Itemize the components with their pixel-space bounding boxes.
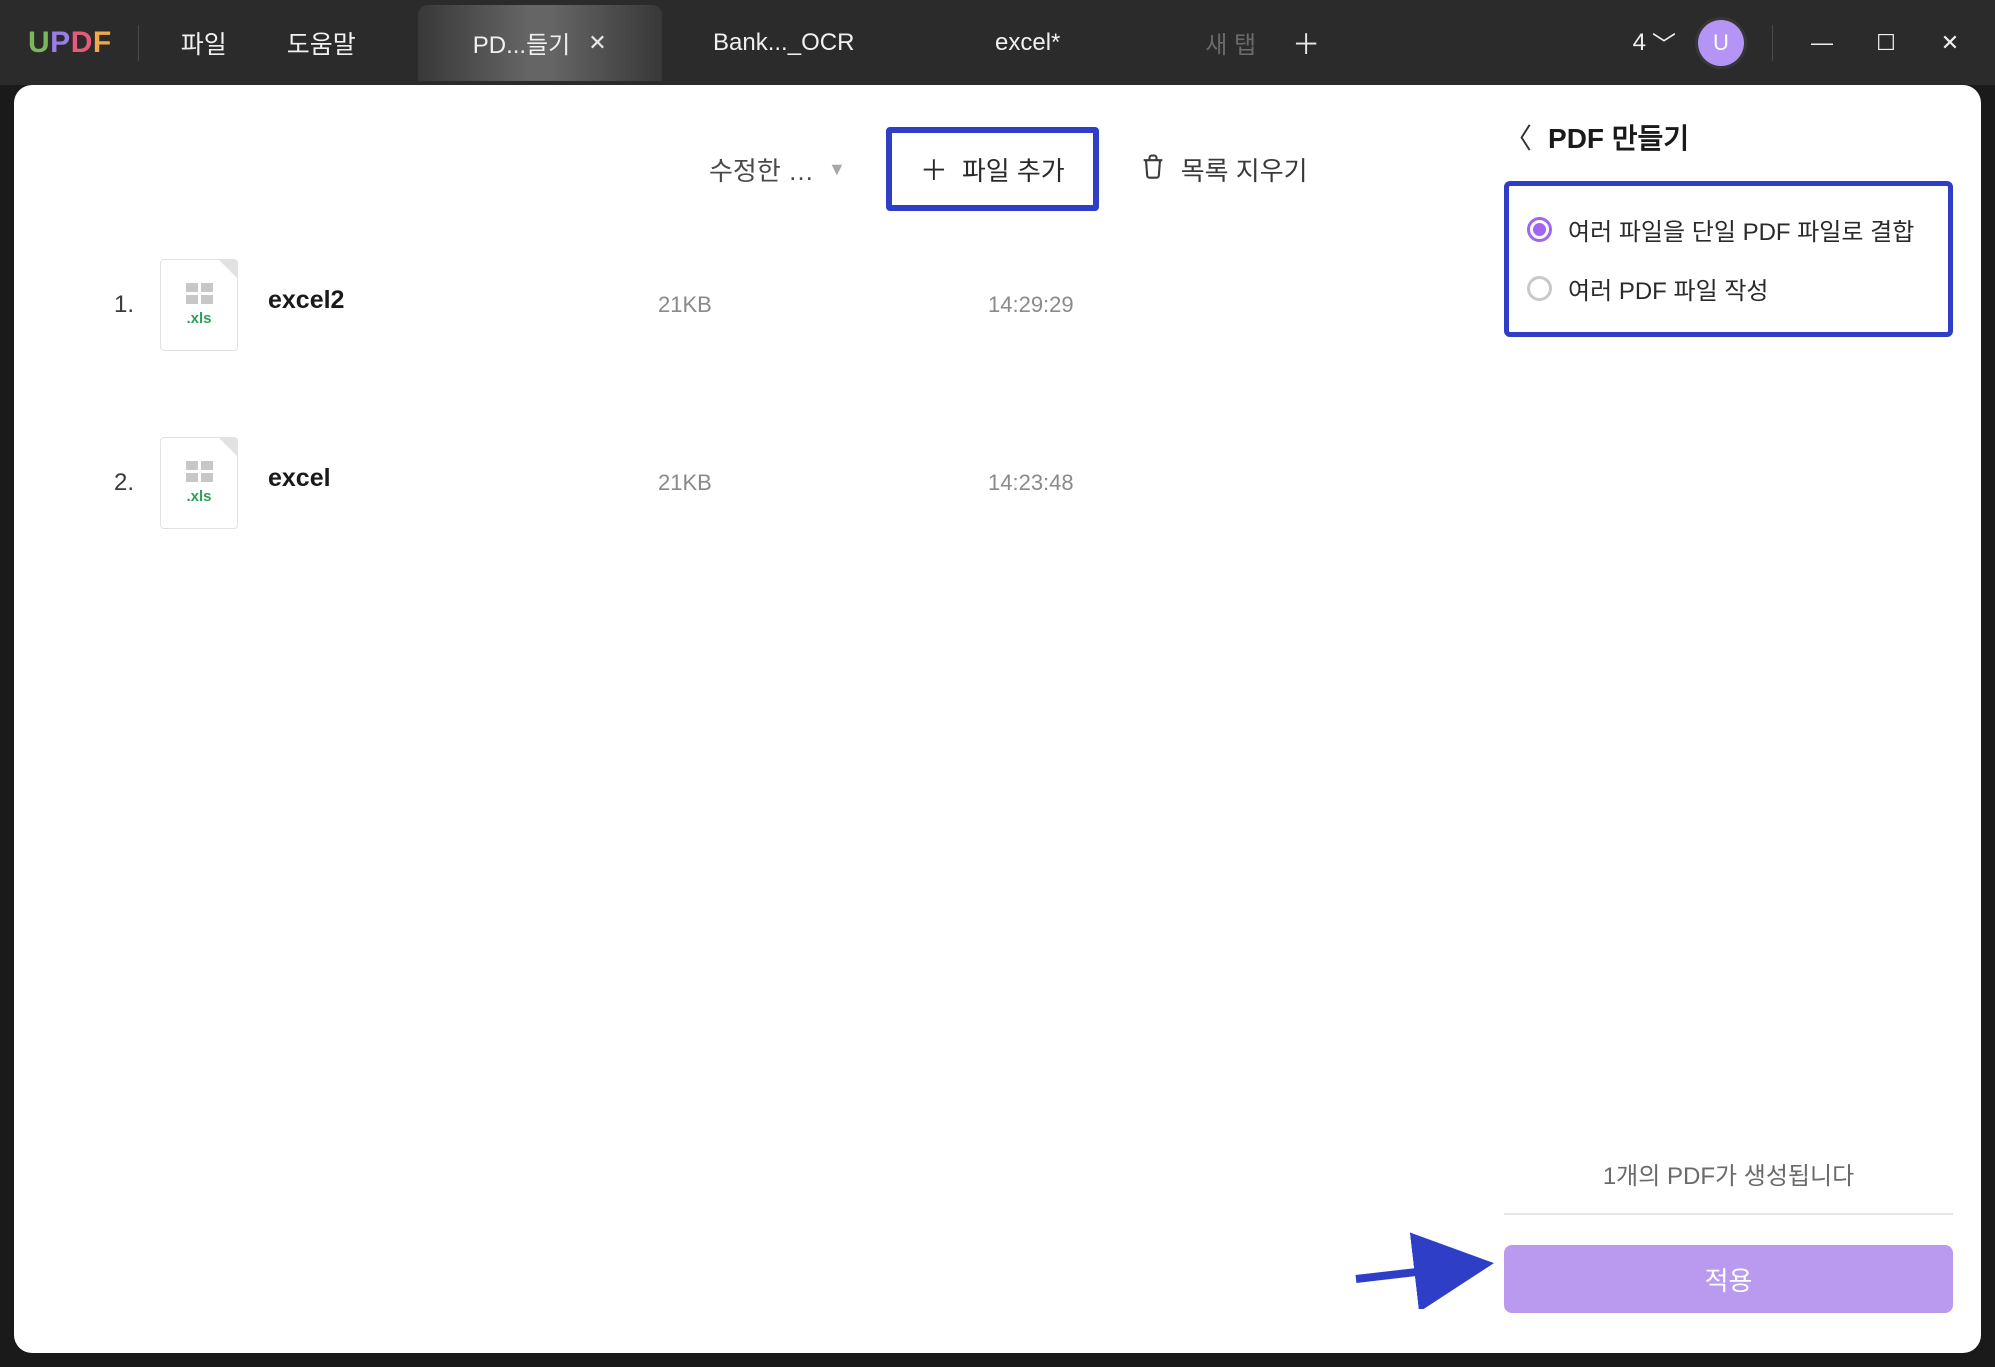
- main-pane: 수정한 … ▼ ＋ 파일 추가 목록 지우기 1. .xls: [14, 85, 1476, 1353]
- back-button[interactable]: 〈: [1504, 117, 1532, 157]
- clear-label: 목록 지우기: [1181, 151, 1308, 188]
- tab-strip: PD...들기 ✕ Bank..._OCR excel* 새 탭 ＋: [418, 0, 1394, 85]
- logo-letter-d: D: [71, 26, 93, 59]
- side-header: 〈 PDF 만들기: [1504, 117, 1953, 157]
- file-time: 14:29:29: [988, 292, 1074, 318]
- clear-list-button[interactable]: 목록 지우기: [1139, 151, 1308, 188]
- divider: [138, 25, 139, 61]
- divider: [1772, 25, 1773, 61]
- file-row[interactable]: 2. .xls excel 21KB 14:23:48: [114, 415, 1456, 551]
- file-toolbar: 수정한 … ▼ ＋ 파일 추가 목록 지우기: [709, 127, 1456, 211]
- add-file-button[interactable]: ＋ 파일 추가: [886, 127, 1099, 211]
- pdf-options-group: 여러 파일을 단일 PDF 파일로 결합 여러 PDF 파일 작성: [1504, 181, 1953, 337]
- side-footer: 1개의 PDF가 생성됩니다 적용: [1504, 1156, 1953, 1313]
- chevron-down-icon: ▼: [828, 159, 846, 180]
- status-text: 1개의 PDF가 생성됩니다: [1504, 1156, 1953, 1191]
- radio-icon: [1527, 276, 1552, 301]
- file-name: excel: [268, 464, 658, 493]
- file-meta: 21KB 14:23:48: [658, 470, 1074, 496]
- side-panel: 〈 PDF 만들기 여러 파일을 단일 PDF 파일로 결합 여러 PDF 파일…: [1476, 85, 1981, 1353]
- chevron-down-icon: ﹀: [1652, 25, 1676, 60]
- app-logo: UPDF: [28, 26, 112, 60]
- file-index: 2.: [114, 469, 160, 497]
- tab-new[interactable]: 새 탭 ＋: [1150, 5, 1394, 81]
- file-ext: .xls: [186, 488, 211, 505]
- title-bar: UPDF 파일 도움말 PD...들기 ✕ Bank..._OCR excel*…: [0, 0, 1995, 85]
- divider: [1504, 1213, 1953, 1215]
- tab-label: 새 탭: [1205, 25, 1256, 60]
- tab-excel[interactable]: excel*: [906, 5, 1150, 81]
- option-label: 여러 파일을 단일 PDF 파일로 결합: [1568, 212, 1914, 247]
- logo-letter-p: P: [50, 26, 71, 59]
- option-merge-into-single[interactable]: 여러 파일을 단일 PDF 파일로 결합: [1527, 200, 1930, 259]
- trash-icon: [1139, 152, 1167, 187]
- close-window-button[interactable]: ✕: [1929, 30, 1971, 56]
- file-row[interactable]: 1. .xls excel2 21KB 14:29:29: [114, 237, 1456, 373]
- radio-icon: [1527, 217, 1552, 242]
- file-index: 1.: [114, 291, 160, 319]
- apply-button[interactable]: 적용: [1504, 1245, 1953, 1313]
- file-type-icon: .xls: [160, 437, 238, 529]
- file-info: excel: [268, 464, 658, 503]
- tab-bank-ocr[interactable]: Bank..._OCR: [662, 5, 906, 81]
- panel-title: PDF 만들기: [1548, 117, 1689, 157]
- tab-label: Bank..._OCR: [713, 29, 854, 57]
- minimize-button[interactable]: —: [1801, 30, 1843, 56]
- file-name: excel2: [268, 286, 658, 315]
- file-type-icon: .xls: [160, 259, 238, 351]
- plus-icon: ＋: [920, 149, 948, 189]
- file-time: 14:23:48: [988, 470, 1074, 496]
- sort-dropdown[interactable]: 수정한 … ▼: [709, 151, 846, 188]
- file-size: 21KB: [658, 292, 988, 318]
- maximize-button[interactable]: ☐: [1865, 30, 1907, 56]
- option-create-multiple[interactable]: 여러 PDF 파일 작성: [1527, 259, 1930, 318]
- tab-pdf-create[interactable]: PD...들기 ✕: [418, 5, 662, 81]
- menu-help[interactable]: 도움말: [271, 15, 372, 71]
- add-file-label: 파일 추가: [962, 151, 1065, 188]
- avatar[interactable]: U: [1698, 20, 1744, 66]
- menu-file[interactable]: 파일: [165, 15, 243, 71]
- tab-label: PD...들기: [473, 25, 571, 60]
- file-size: 21KB: [658, 470, 988, 496]
- tab-label: excel*: [995, 29, 1060, 57]
- tab-count-dropdown[interactable]: 4 ﹀: [1633, 25, 1676, 60]
- sort-label: 수정한 …: [709, 151, 814, 188]
- logo-letter-f: F: [93, 26, 112, 59]
- content-area: 수정한 … ▼ ＋ 파일 추가 목록 지우기 1. .xls: [14, 85, 1981, 1353]
- option-label: 여러 PDF 파일 작성: [1568, 271, 1768, 306]
- tab-count-value: 4: [1633, 29, 1646, 57]
- file-meta: 21KB 14:29:29: [658, 292, 1074, 318]
- plus-icon[interactable]: ＋: [1274, 15, 1338, 71]
- window-controls: 4 ﹀ U — ☐ ✕: [1633, 0, 1995, 85]
- close-icon[interactable]: ✕: [588, 30, 606, 56]
- file-info: excel2: [268, 286, 658, 325]
- file-ext: .xls: [186, 310, 211, 327]
- logo-letter-u: U: [28, 26, 50, 59]
